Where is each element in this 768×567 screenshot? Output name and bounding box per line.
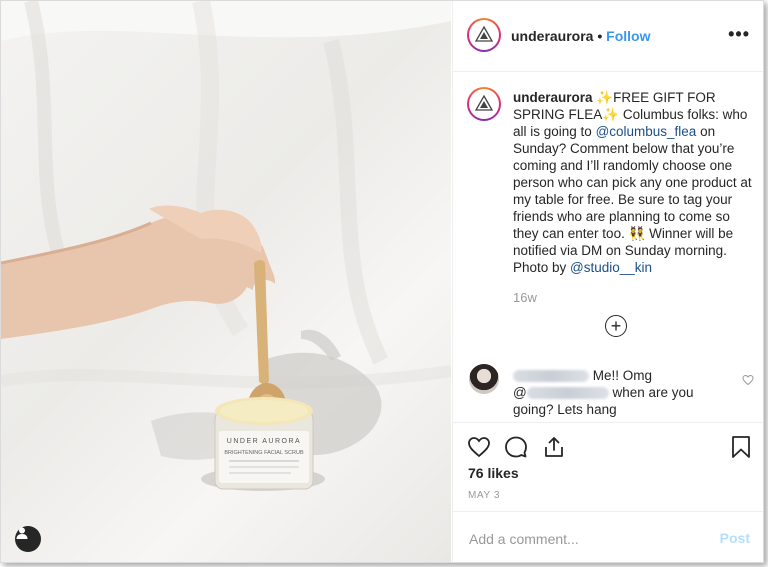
- commenter-avatar[interactable]: [469, 364, 499, 394]
- add-circle-icon[interactable]: +: [605, 315, 627, 337]
- header-user-line: underaurora • Follow: [511, 28, 650, 44]
- caption-username[interactable]: underaurora: [513, 90, 593, 105]
- post-age[interactable]: 16w: [513, 290, 537, 305]
- post-card: UNDER AURORA BRIGHTENING FACIAL SCRUB un…: [0, 0, 764, 563]
- header-avatar[interactable]: [467, 18, 501, 52]
- bookmark-icon[interactable]: [730, 435, 752, 459]
- post-photo[interactable]: UNDER AURORA BRIGHTENING FACIAL SCRUB: [1, 1, 451, 562]
- post-header: underaurora • Follow •••: [453, 1, 763, 72]
- post-button[interactable]: Post: [720, 530, 750, 546]
- header-username[interactable]: underaurora: [511, 28, 593, 44]
- comment-like-heart-icon[interactable]: [742, 374, 754, 386]
- comment-icon[interactable]: [504, 435, 528, 459]
- caption-text-middle: on Sunday? Comment below that you’re com…: [513, 124, 752, 275]
- post-actions: 76 likes MAY 3 Post: [453, 422, 763, 562]
- add-comment-bar: Post: [453, 511, 763, 562]
- photo-illustration: UNDER AURORA BRIGHTENING FACIAL SCRUB: [1, 1, 451, 491]
- post-date: MAY 3: [468, 490, 501, 501]
- post-caption: underaurora ✨FREE GIFT FOR SPRING FLEA✨ …: [513, 89, 753, 276]
- brand-logo-icon: [474, 25, 494, 42]
- brand-logo-icon: [474, 94, 494, 111]
- post-sidebar: underaurora • Follow ••• underaurora ✨FR…: [452, 1, 763, 562]
- follow-button[interactable]: Follow: [606, 28, 650, 44]
- redacted-mention: [526, 387, 609, 400]
- comment-at-symbol: @: [513, 385, 527, 400]
- share-icon[interactable]: [542, 435, 566, 459]
- jar-brand-text: UNDER AURORA: [227, 438, 301, 445]
- user-tag-icon[interactable]: [15, 526, 41, 552]
- comment-item: Me!! Omg @ when are you going? Lets hang: [513, 367, 733, 418]
- caption-avatar[interactable]: [467, 87, 501, 121]
- mention-link[interactable]: @studio__kin: [570, 260, 652, 275]
- heart-icon[interactable]: [467, 435, 491, 459]
- comment-input[interactable]: [467, 528, 701, 550]
- comment-text-part1: Me!! Omg: [592, 368, 653, 383]
- more-icon[interactable]: •••: [728, 24, 750, 45]
- redacted-username: [513, 370, 589, 383]
- separator-dot: •: [597, 28, 607, 44]
- jar-product-text: BRIGHTENING FACIAL SCRUB: [224, 450, 304, 456]
- mention-link[interactable]: @columbus_flea: [596, 124, 697, 139]
- likes-count[interactable]: 76 likes: [468, 465, 519, 481]
